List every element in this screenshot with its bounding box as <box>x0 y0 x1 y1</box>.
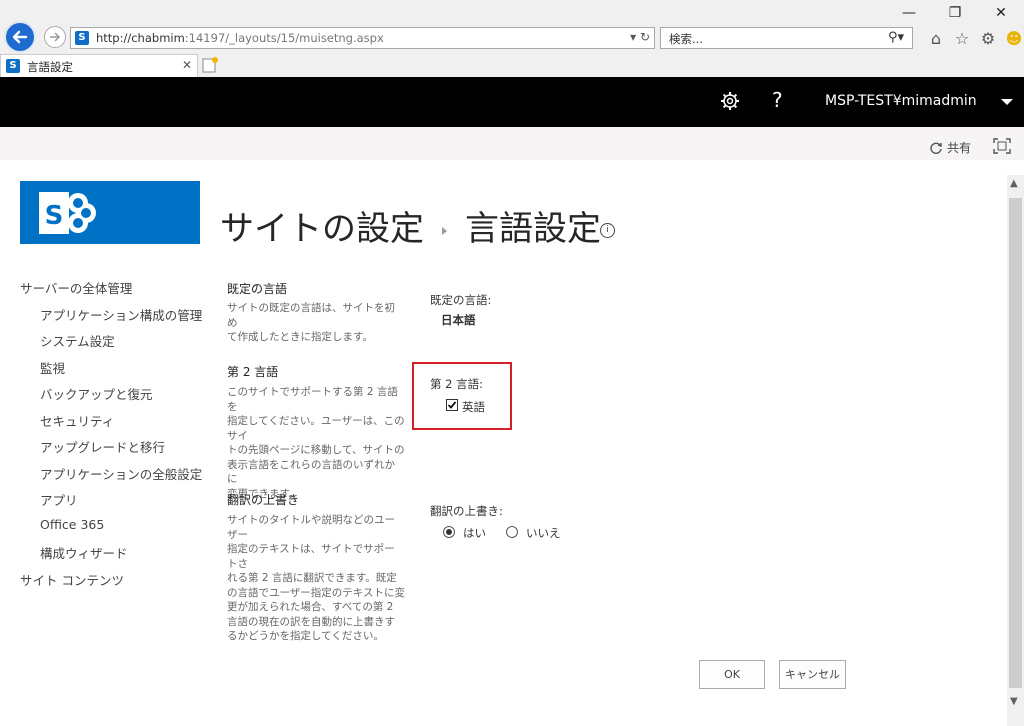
left-nav-item[interactable]: アップグレードと移行 <box>20 437 202 464</box>
breadcrumb-separator-icon <box>442 226 447 235</box>
home-icon[interactable]: ⌂ <box>926 28 946 48</box>
breadcrumb-site-settings-link[interactable]: サイトの設定 <box>220 209 424 249</box>
close-tab-icon[interactable]: ✕ <box>182 58 192 72</box>
back-button[interactable] <box>4 21 36 53</box>
info-icon[interactable]: i <box>600 223 615 238</box>
address-controls: ▾ ↻ <box>630 30 650 44</box>
left-nav-item[interactable]: バックアップと復元 <box>20 384 202 411</box>
cancel-button[interactable]: キャンセル <box>779 660 846 689</box>
search-placeholder: 検索... <box>669 32 703 46</box>
left-nav-item[interactable]: システム設定 <box>20 331 202 358</box>
left-nav-item[interactable]: アプリケーションの全般設定 <box>20 464 202 491</box>
arrow-left-icon <box>12 30 28 44</box>
default-language-value: 日本語 <box>441 313 476 327</box>
arrow-right-icon <box>50 32 61 42</box>
left-nav-item[interactable]: アプリケーション構成の管理 <box>20 305 202 332</box>
overwrite-no-radio[interactable] <box>506 526 518 538</box>
left-nav-item[interactable]: 構成ウィザード <box>20 543 202 570</box>
ribbon-bar <box>0 127 1024 160</box>
browser-tab[interactable]: S 言語設定 ✕ <box>0 54 198 77</box>
browser-chrome: — ❐ ✕ S http://chabmim:14197/_layouts/15… <box>0 0 1024 77</box>
sharepoint-logo[interactable]: S <box>20 181 200 244</box>
user-menu[interactable]: MSP-TEST¥mimadmin <box>825 93 977 109</box>
ok-button[interactable]: OK <box>699 660 765 689</box>
overwrite-no-label[interactable]: いいえ <box>526 525 561 541</box>
scroll-thumb[interactable] <box>1009 198 1022 688</box>
chevron-down-icon[interactable] <box>1001 99 1013 105</box>
address-url[interactable]: http://chabmim:14197/_layouts/15/muisetn… <box>96 31 384 45</box>
forward-button[interactable] <box>44 26 66 48</box>
page-title: 言語設定 <box>465 209 601 249</box>
tab-title: 言語設定 <box>27 60 73 74</box>
secondary-language-title: 第 2 言語 <box>227 365 279 379</box>
share-label: 共有 <box>947 141 972 155</box>
left-nav-item[interactable]: Office 365 <box>20 517 202 544</box>
page-title-breadcrumb: サイトの設定 言語設定 <box>220 201 601 250</box>
checkmark-icon <box>447 401 457 409</box>
share-button[interactable]: 共有 <box>929 139 971 156</box>
overwrite-yes-label[interactable]: はい <box>463 525 486 541</box>
overwrite-translations-label: 翻訳の上書き: <box>430 504 503 518</box>
search-icon[interactable]: ⚲▾ <box>888 30 904 45</box>
svg-text:S: S <box>45 201 64 231</box>
address-bar[interactable]: S http://chabmim:14197/_layouts/15/muise… <box>70 27 655 49</box>
smiley-feedback-icon[interactable]: ☻ <box>1004 28 1024 48</box>
overwrite-yes-radio[interactable] <box>443 526 455 538</box>
left-navigation: サーバーの全体管理 アプリケーション構成の管理 システム設定 監視 バックアップと復元セ… <box>20 278 202 596</box>
scroll-up-icon[interactable]: ▲ <box>1010 178 1018 189</box>
focus-on-content-icon[interactable] <box>993 138 1011 154</box>
default-language-label: 既定の言語: <box>430 293 492 307</box>
overwrite-translations-title: 翻訳の上書き <box>227 493 300 507</box>
scroll-down-icon[interactable]: ▼ <box>1010 696 1018 707</box>
overwrite-translations-description: サイトのタイトルや説明などのユーザー 指定のテキストは、サイトでサポートさ れる… <box>227 514 405 642</box>
left-nav-item[interactable]: アプリ <box>20 490 202 517</box>
browser-search-box[interactable]: 検索... ⚲▾ <box>660 27 913 49</box>
highlight-box <box>412 362 512 430</box>
default-language-description: サイトの既定の言語は、サイトを初め て作成したときに指定します。 <box>227 302 395 343</box>
vertical-scrollbar[interactable]: ▲ ▼ <box>1007 175 1024 726</box>
suite-bar: ? MSP-TEST¥mimadmin <box>0 77 1024 127</box>
restore-icon[interactable]: ❐ <box>932 0 978 26</box>
new-tab-icon[interactable] <box>201 56 219 74</box>
left-nav-item[interactable]: セキュリティ <box>20 411 202 438</box>
settings-gear-icon[interactable]: ⚙ <box>978 28 998 48</box>
default-language-title: 既定の言語 <box>227 282 288 296</box>
left-nav-item[interactable]: サーバーの全体管理 <box>20 278 202 305</box>
sharepoint-favicon-icon: S <box>6 59 20 73</box>
english-checkbox-label[interactable]: 英語 <box>462 399 485 415</box>
sharepoint-favicon-icon: S <box>75 31 89 45</box>
dropdown-icon[interactable]: ▾ <box>630 30 636 44</box>
left-nav-item[interactable]: サイト コンテンツ <box>20 570 202 597</box>
window-controls: — ❐ ✕ <box>886 0 1024 26</box>
help-icon[interactable]: ? <box>772 88 783 112</box>
favorites-star-icon[interactable]: ☆ <box>952 28 972 48</box>
settings-gear-icon[interactable] <box>720 91 740 111</box>
minimize-icon[interactable]: — <box>886 0 932 26</box>
browser-toolbar-icons: ⌂ ☆ ⚙ ☻ <box>926 28 1024 48</box>
sharepoint-logo-icon: S <box>39 192 96 234</box>
secondary-language-label: 第 2 言語: <box>430 377 484 391</box>
close-window-icon[interactable]: ✕ <box>978 0 1024 26</box>
share-sync-icon <box>930 142 942 154</box>
english-checkbox[interactable] <box>446 399 458 411</box>
refresh-icon[interactable]: ↻ <box>640 30 650 44</box>
secondary-language-description: このサイトでサポートする第 2 言語を 指定してください。ユーザーは、このサイ … <box>227 386 405 500</box>
left-nav-item[interactable]: 監視 <box>20 358 202 385</box>
